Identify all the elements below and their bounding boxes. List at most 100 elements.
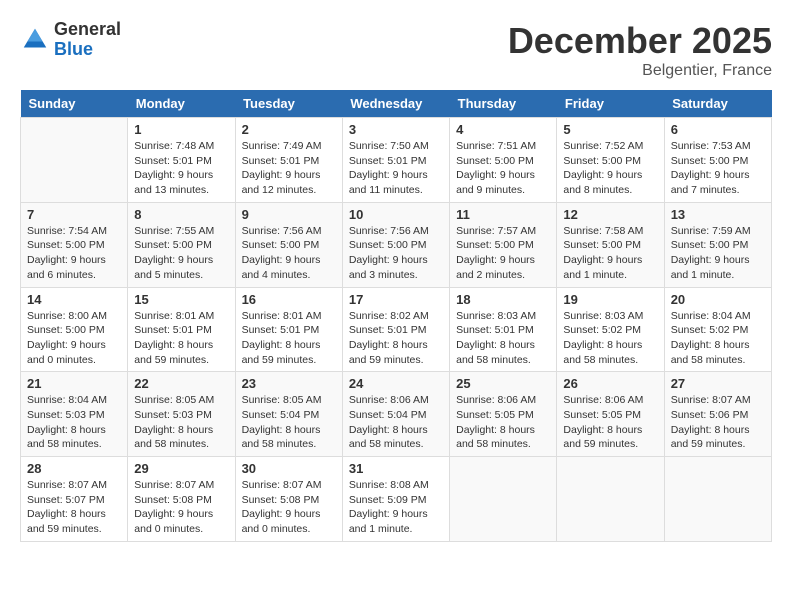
day-info: Sunrise: 8:01 AMSunset: 5:01 PMDaylight:… — [242, 309, 336, 368]
day-info: Sunrise: 7:49 AMSunset: 5:01 PMDaylight:… — [242, 139, 336, 198]
title-block: December 2025 Belgentier, France — [508, 20, 772, 80]
day-number: 11 — [456, 207, 550, 222]
day-info: Sunrise: 8:04 AMSunset: 5:03 PMDaylight:… — [27, 393, 121, 452]
day-info: Sunrise: 7:48 AMSunset: 5:01 PMDaylight:… — [134, 139, 228, 198]
day-number: 1 — [134, 122, 228, 137]
weekday-header-row: SundayMondayTuesdayWednesdayThursdayFrid… — [21, 90, 772, 118]
calendar-cell: 5 Sunrise: 7:52 AMSunset: 5:00 PMDaylight… — [557, 118, 664, 203]
day-number: 31 — [349, 461, 443, 476]
day-number: 18 — [456, 292, 550, 307]
day-info: Sunrise: 7:59 AMSunset: 5:00 PMDaylight:… — [671, 224, 765, 283]
calendar-cell: 18 Sunrise: 8:03 AMSunset: 5:01 PMDayligh… — [450, 287, 557, 372]
day-info: Sunrise: 8:03 AMSunset: 5:02 PMDaylight:… — [563, 309, 657, 368]
calendar-cell: 14 Sunrise: 8:00 AMSunset: 5:00 PMDayligh… — [21, 287, 128, 372]
day-number: 29 — [134, 461, 228, 476]
day-number: 9 — [242, 207, 336, 222]
day-info: Sunrise: 8:01 AMSunset: 5:01 PMDaylight:… — [134, 309, 228, 368]
calendar-cell — [21, 118, 128, 203]
calendar-cell: 10 Sunrise: 7:56 AMSunset: 5:00 PMDayligh… — [342, 202, 449, 287]
calendar-cell — [450, 457, 557, 542]
day-number: 20 — [671, 292, 765, 307]
calendar-cell: 13Sunrise: 7:59 AMSunset: 5:00 PMDayligh… — [664, 202, 771, 287]
day-number: 16 — [242, 292, 336, 307]
calendar-cell: 23Sunrise: 8:05 AMSunset: 5:04 PMDayligh… — [235, 372, 342, 457]
day-info: Sunrise: 8:07 AMSunset: 5:07 PMDaylight:… — [27, 478, 121, 537]
calendar-cell — [664, 457, 771, 542]
day-number: 19 — [563, 292, 657, 307]
calendar-cell: 3 Sunrise: 7:50 AMSunset: 5:01 PMDaylight… — [342, 118, 449, 203]
day-number: 6 — [671, 122, 765, 137]
calendar-cell — [557, 457, 664, 542]
day-info: Sunrise: 7:52 AMSunset: 5:00 PMDaylight:… — [563, 139, 657, 198]
calendar-cell: 30Sunrise: 8:07 AMSunset: 5:08 PMDayligh… — [235, 457, 342, 542]
weekday-header: Sunday — [21, 90, 128, 118]
calendar-cell: 2 Sunrise: 7:49 AMSunset: 5:01 PMDaylight… — [235, 118, 342, 203]
day-info: Sunrise: 8:03 AMSunset: 5:01 PMDaylight:… — [456, 309, 550, 368]
calendar-cell: 11 Sunrise: 7:57 AMSunset: 5:00 PMDayligh… — [450, 202, 557, 287]
day-number: 23 — [242, 376, 336, 391]
calendar-cell: 9 Sunrise: 7:56 AMSunset: 5:00 PMDaylight… — [235, 202, 342, 287]
calendar-cell: 7Sunrise: 7:54 AMSunset: 5:00 PMDaylight… — [21, 202, 128, 287]
calendar-cell: 29 Sunrise: 8:07 AMSunset: 5:08 PMDayligh… — [128, 457, 235, 542]
calendar-cell: 28Sunrise: 8:07 AMSunset: 5:07 PMDayligh… — [21, 457, 128, 542]
day-info: Sunrise: 7:51 AMSunset: 5:00 PMDaylight:… — [456, 139, 550, 198]
day-info: Sunrise: 8:07 AMSunset: 5:08 PMDaylight:… — [242, 478, 336, 537]
calendar-cell: 22Sunrise: 8:05 AMSunset: 5:03 PMDayligh… — [128, 372, 235, 457]
calendar-cell: 15Sunrise: 8:01 AMSunset: 5:01 PMDayligh… — [128, 287, 235, 372]
day-info: Sunrise: 8:04 AMSunset: 5:02 PMDaylight:… — [671, 309, 765, 368]
location: Belgentier, France — [508, 62, 772, 80]
day-info: Sunrise: 7:50 AMSunset: 5:01 PMDaylight:… — [349, 139, 443, 198]
day-number: 4 — [456, 122, 550, 137]
calendar-cell: 31 Sunrise: 8:08 AMSunset: 5:09 PMDayligh… — [342, 457, 449, 542]
calendar-week-row: 14 Sunrise: 8:00 AMSunset: 5:00 PMDayligh… — [21, 287, 772, 372]
day-number: 25 — [456, 376, 550, 391]
day-info: Sunrise: 8:06 AMSunset: 5:05 PMDaylight:… — [563, 393, 657, 452]
day-info: Sunrise: 8:00 AMSunset: 5:00 PMDaylight:… — [27, 309, 121, 368]
day-info: Sunrise: 7:56 AMSunset: 5:00 PMDaylight:… — [242, 224, 336, 283]
day-number: 14 — [27, 292, 121, 307]
day-info: Sunrise: 7:56 AMSunset: 5:00 PMDaylight:… — [349, 224, 443, 283]
day-number: 17 — [349, 292, 443, 307]
calendar-cell: 19 Sunrise: 8:03 AMSunset: 5:02 PMDayligh… — [557, 287, 664, 372]
calendar-cell: 24 Sunrise: 8:06 AMSunset: 5:04 PMDayligh… — [342, 372, 449, 457]
calendar-cell: 25 Sunrise: 8:06 AMSunset: 5:05 PMDayligh… — [450, 372, 557, 457]
day-number: 3 — [349, 122, 443, 137]
calendar-cell: 4 Sunrise: 7:51 AMSunset: 5:00 PMDaylight… — [450, 118, 557, 203]
day-info: Sunrise: 8:07 AMSunset: 5:06 PMDaylight:… — [671, 393, 765, 452]
month-title: December 2025 — [508, 20, 772, 62]
weekday-header: Friday — [557, 90, 664, 118]
calendar-week-row: 7Sunrise: 7:54 AMSunset: 5:00 PMDaylight… — [21, 202, 772, 287]
day-info: Sunrise: 7:57 AMSunset: 5:00 PMDaylight:… — [456, 224, 550, 283]
day-number: 2 — [242, 122, 336, 137]
page-header: General Blue December 2025 Belgentier, F… — [20, 20, 772, 80]
day-number: 21 — [27, 376, 121, 391]
day-number: 24 — [349, 376, 443, 391]
day-number: 27 — [671, 376, 765, 391]
logo-general: General — [54, 19, 121, 39]
calendar-cell: 16 Sunrise: 8:01 AMSunset: 5:01 PMDayligh… — [235, 287, 342, 372]
logo: General Blue — [20, 20, 121, 60]
day-number: 5 — [563, 122, 657, 137]
weekday-header: Saturday — [664, 90, 771, 118]
day-info: Sunrise: 8:07 AMSunset: 5:08 PMDaylight:… — [134, 478, 228, 537]
calendar-cell: 20 Sunrise: 8:04 AMSunset: 5:02 PMDayligh… — [664, 287, 771, 372]
calendar-cell: 26Sunrise: 8:06 AMSunset: 5:05 PMDayligh… — [557, 372, 664, 457]
day-info: Sunrise: 8:08 AMSunset: 5:09 PMDaylight:… — [349, 478, 443, 537]
calendar-week-row: 28Sunrise: 8:07 AMSunset: 5:07 PMDayligh… — [21, 457, 772, 542]
weekday-header: Wednesday — [342, 90, 449, 118]
calendar-cell: 8Sunrise: 7:55 AMSunset: 5:00 PMDaylight… — [128, 202, 235, 287]
day-info: Sunrise: 7:53 AMSunset: 5:00 PMDaylight:… — [671, 139, 765, 198]
calendar-cell: 27 Sunrise: 8:07 AMSunset: 5:06 PMDayligh… — [664, 372, 771, 457]
calendar-cell: 1 Sunrise: 7:48 AMSunset: 5:01 PMDaylight… — [128, 118, 235, 203]
day-info: Sunrise: 8:05 AMSunset: 5:03 PMDaylight:… — [134, 393, 228, 452]
day-info: Sunrise: 8:02 AMSunset: 5:01 PMDaylight:… — [349, 309, 443, 368]
day-info: Sunrise: 8:06 AMSunset: 5:05 PMDaylight:… — [456, 393, 550, 452]
day-info: Sunrise: 7:58 AMSunset: 5:00 PMDaylight:… — [563, 224, 657, 283]
day-number: 7 — [27, 207, 121, 222]
calendar-cell: 6 Sunrise: 7:53 AMSunset: 5:00 PMDaylight… — [664, 118, 771, 203]
calendar-week-row: 1 Sunrise: 7:48 AMSunset: 5:01 PMDaylight… — [21, 118, 772, 203]
day-info: Sunrise: 8:06 AMSunset: 5:04 PMDaylight:… — [349, 393, 443, 452]
calendar-cell: 21 Sunrise: 8:04 AMSunset: 5:03 PMDayligh… — [21, 372, 128, 457]
weekday-header: Monday — [128, 90, 235, 118]
day-number: 10 — [349, 207, 443, 222]
